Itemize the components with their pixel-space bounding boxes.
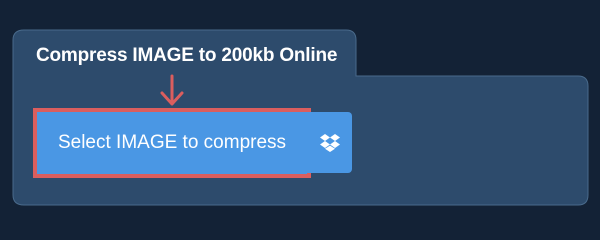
- page-title: Compress IMAGE to 200kb Online: [36, 45, 338, 66]
- dropbox-button[interactable]: [307, 112, 352, 173]
- dropbox-icon: [319, 133, 340, 152]
- select-image-button[interactable]: Select IMAGE to compress: [33, 108, 311, 178]
- arrow-down-icon: [160, 74, 184, 106]
